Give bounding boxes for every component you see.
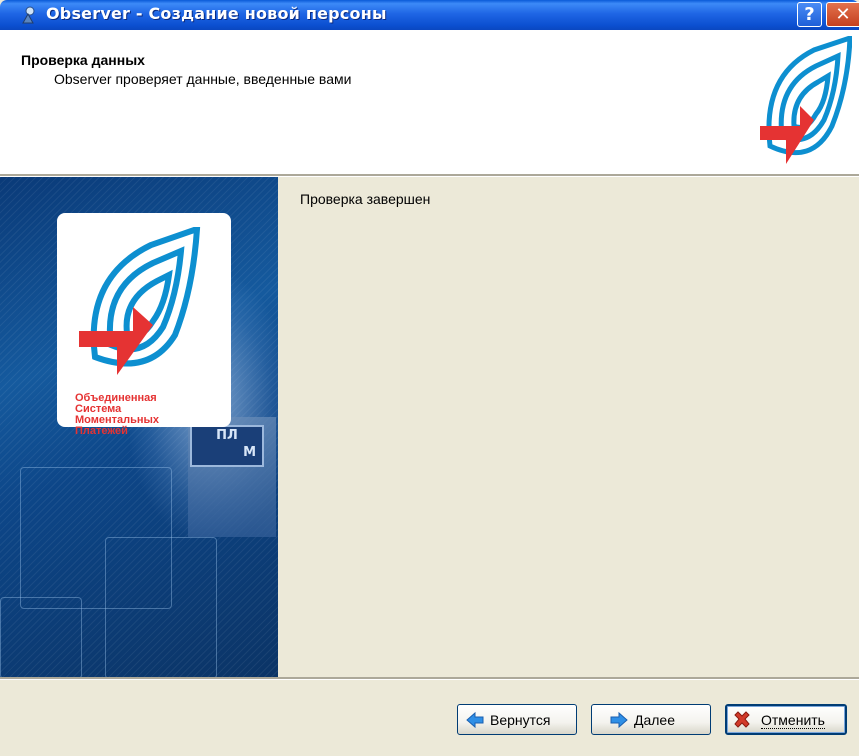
- help-icon: ?: [804, 4, 815, 25]
- footer-separator: [0, 677, 859, 680]
- terminal-screen: ПЛ М: [190, 425, 264, 467]
- status-text: Проверка завершен: [300, 191, 431, 207]
- next-button-label: Далее: [634, 712, 676, 728]
- close-button[interactable]: ✕: [826, 2, 859, 27]
- terminal-text-1: ПЛ: [216, 428, 238, 443]
- osmp-logo-icon: [760, 36, 852, 164]
- page-title: Проверка данных: [21, 52, 145, 68]
- cancel-x-icon: [734, 711, 750, 728]
- page-subtitle: Observer проверяет данные, введенные вам…: [54, 71, 352, 87]
- banner-decoration: [0, 597, 82, 677]
- cancel-button[interactable]: Отменить: [725, 704, 847, 735]
- logo-card: Объединенная Система Моментальных Платеж…: [57, 213, 231, 437]
- next-button[interactable]: Далее: [591, 704, 711, 735]
- help-button[interactable]: ?: [797, 2, 822, 27]
- cancel-button-label: Отменить: [761, 712, 825, 729]
- arrow-right-icon: [610, 711, 628, 729]
- terminal-text-2: М: [243, 445, 256, 460]
- observer-app-icon: [22, 6, 35, 24]
- wizard-banner-image: ПЛ М Объединенная Система Моментальных П…: [0, 177, 278, 677]
- osmp-card-logo-icon: [79, 227, 201, 375]
- close-icon: ✕: [835, 4, 851, 25]
- arrow-left-icon: [466, 711, 484, 729]
- title-bar: Observer - Создание новой персоны ? ✕: [0, 0, 859, 30]
- banner-decoration: [105, 537, 217, 677]
- logo-caption: Объединенная Система Моментальных Платеж…: [75, 393, 159, 437]
- logo-line: Платежей: [75, 425, 128, 437]
- back-button-label: Вернутся: [490, 712, 551, 728]
- back-button[interactable]: Вернутся: [457, 704, 577, 735]
- window-title: Observer - Создание новой персоны: [46, 4, 387, 23]
